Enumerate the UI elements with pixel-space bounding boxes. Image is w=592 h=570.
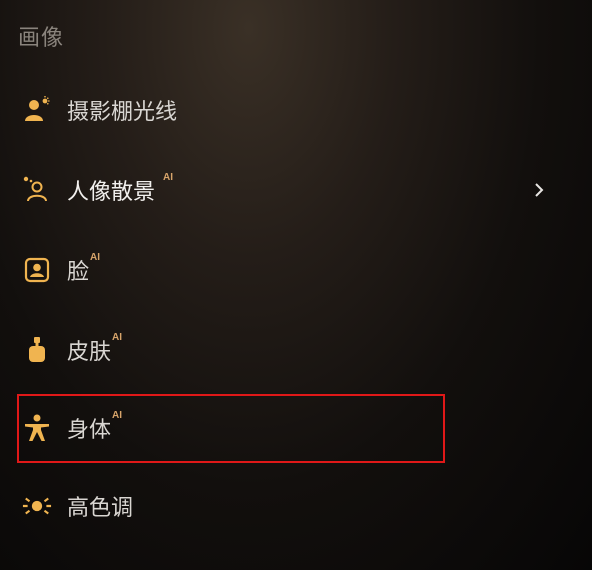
face-frame-icon	[22, 255, 52, 285]
menu-item-high-key[interactable]: 高色调	[0, 476, 592, 536]
menu-item-label: 人像散景 AI	[67, 172, 174, 205]
high-key-sun-icon	[22, 491, 52, 521]
menu-item-face[interactable]: 脸 AI	[0, 240, 592, 300]
menu-item-label: 高色调	[67, 496, 134, 521]
menu-item-portrait-bokeh[interactable]: 人像散景 AI	[0, 160, 592, 220]
skin-bottle-icon	[22, 335, 52, 365]
studio-light-person-icon	[22, 95, 52, 125]
menu-item-label: 脸 AI	[67, 252, 101, 285]
menu-item-label: 摄影棚光线	[67, 100, 178, 125]
chevron-right-icon[interactable]	[532, 180, 546, 200]
section-title: 画像	[18, 26, 65, 51]
portrait-bokeh-icon	[22, 175, 52, 205]
selection-highlight-box	[17, 394, 445, 463]
menu-item-skin[interactable]: 皮肤 AI	[0, 320, 592, 380]
menu-item-label: 皮肤 AI	[67, 332, 123, 365]
ai-badge: AI	[90, 252, 101, 263]
ai-badge: AI	[163, 172, 174, 183]
menu-item-studio-light[interactable]: 摄影棚光线	[0, 80, 592, 140]
ai-badge: AI	[112, 332, 123, 343]
